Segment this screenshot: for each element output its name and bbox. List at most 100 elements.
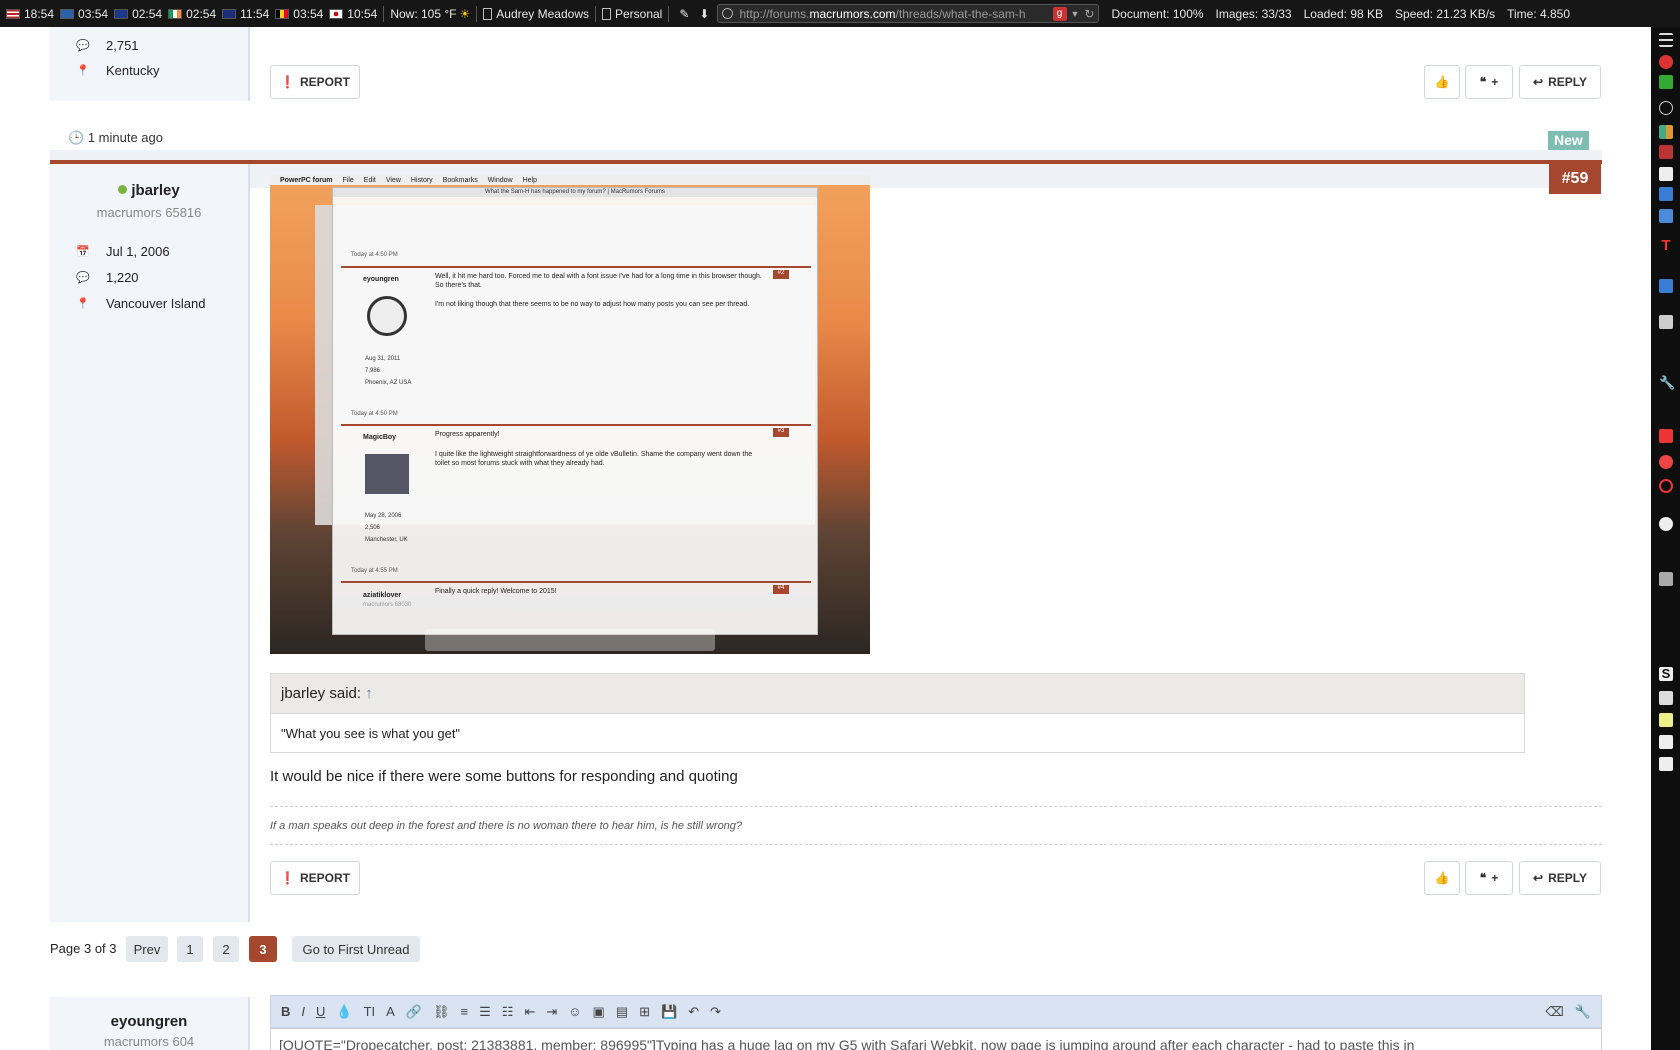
page-3-button-current[interactable]: 3 [249,936,277,962]
feather-icon[interactable]: ✎ [679,7,689,21]
like-button[interactable]: 👍 [1424,65,1460,99]
reply-editor[interactable]: [QUOTE="Dropecatcher, post: 21383881, me… [270,1028,1602,1050]
like-button[interactable]: 👍 [1424,861,1460,895]
notes-icon[interactable] [1659,167,1673,181]
wrench-icon[interactable]: 🔧 [1659,375,1675,390]
page-1-button[interactable]: 1 [177,936,203,962]
report-button[interactable]: ❗ REPORT [270,65,360,99]
text-tool-icon[interactable]: T [1659,238,1673,253]
reload-icon[interactable]: ↻ [1084,7,1094,21]
reply-button[interactable]: ↩ REPLY [1519,861,1601,895]
image-icon[interactable]: ▣ [593,1004,605,1020]
prev-user-location: 📍 Kentucky [50,57,248,83]
report-button[interactable]: ❗ REPORT [270,861,360,895]
attached-screenshot[interactable]: PowerPC forum File Edit View History Boo… [270,175,870,654]
text-color-icon[interactable]: 💧 [336,1004,352,1020]
list-icon[interactable] [1659,691,1673,705]
save-draft-icon[interactable]: 💾 [661,1004,677,1020]
jump-to-quote-link[interactable]: ↑ [365,685,373,702]
user-search-icon[interactable] [1659,315,1673,329]
multiquote-button[interactable]: ❝ + [1465,65,1513,99]
toggle-bbcode-icon[interactable]: 🔧 [1575,1004,1591,1020]
bookmark-icon[interactable] [1659,209,1673,223]
puzzle-icon[interactable] [1659,429,1673,443]
download-arrow-icon[interactable]: ⬇ [699,7,709,21]
smilie-icon[interactable]: ☺ [568,1004,581,1019]
page-2-button[interactable]: 2 [213,936,239,962]
globe-icon[interactable] [1659,517,1673,531]
underline-icon[interactable]: U [316,1004,325,1019]
signature-divider-bottom [270,844,1602,845]
clock-se[interactable]: 03:54 [60,7,108,21]
block-icon[interactable] [1659,479,1673,493]
clock-au[interactable]: 11:54 [222,7,269,21]
reply-arrow-icon: ↩ [1533,871,1544,885]
flag-icon[interactable] [1659,572,1673,586]
clock-ie[interactable]: 02:54 [168,7,216,21]
divider [383,5,385,22]
indent-icon[interactable]: ⇥ [546,1004,557,1020]
page-icon[interactable] [1659,735,1673,749]
recycle-icon[interactable] [1659,75,1673,89]
reply-user-panel: eyoungren macrumors 604 [50,997,250,1050]
post-body: It would be nice if there were some butt… [270,768,738,785]
book-icon[interactable] [1659,145,1673,159]
bold-icon[interactable]: B [281,1004,290,1019]
clock-jp[interactable]: 10:54 [329,7,377,21]
exclamation-icon: ❗ [280,75,295,89]
font-size-icon[interactable]: TI [364,1004,376,1019]
reply-username[interactable]: eyoungren [50,1013,248,1030]
first-unread-button[interactable]: Go to First Unread [292,936,420,962]
clock-be[interactable]: 03:54 [275,7,323,21]
chevron-down-icon[interactable]: ▼ [1071,9,1080,19]
profile-personal[interactable]: Personal [601,7,662,21]
address-bar[interactable]: http://forums. macrumors.com/threads/what… [717,4,1100,23]
bullet-list-icon[interactable]: ☰ [479,1004,491,1020]
au-flag-icon [222,8,237,19]
link-icon[interactable]: 🔗 [406,1004,422,1020]
document-zoom-stat: Document: 100% [1111,6,1204,21]
skype-icon[interactable]: S [1659,667,1673,681]
prev-user-panel: 💬 2,751 📍 Kentucky [50,27,250,101]
remove-format-icon[interactable]: ⌫ [1545,1004,1563,1020]
profile-item[interactable]: Audrey Meadows [483,7,589,21]
redo-icon[interactable]: ↷ [710,1004,721,1020]
messages-icon: 💬 [76,271,90,284]
reply-button[interactable]: ↩ REPLY [1519,65,1601,99]
italic-icon[interactable]: I [301,1004,305,1019]
undo-icon[interactable]: ↶ [688,1004,699,1020]
weather-widget[interactable]: Now: 105 °F ☀ [390,7,470,21]
table-icon[interactable] [1659,757,1673,771]
post-number[interactable]: #59 [1549,164,1601,194]
multiquote-button[interactable]: ❝ + [1465,861,1513,895]
loaded-stat: Loaded: 98 KB [1303,6,1384,21]
search-engine-icon[interactable]: g [1052,6,1067,21]
apps-icon[interactable] [1659,125,1673,139]
align-icon[interactable]: ≡ [461,1004,469,1019]
outdent-icon[interactable]: ⇤ [524,1004,535,1020]
user-panel: jbarley macrumors 65816 📅 Jul 1, 2006 💬 1,… [50,164,250,922]
chat-icon[interactable] [1659,279,1673,293]
numbered-list-icon[interactable]: ☷ [502,1004,514,1020]
prev-page-button[interactable]: Prev [126,936,168,962]
share-icon[interactable] [1659,187,1673,201]
font-family-icon[interactable]: A [386,1004,395,1019]
move-icon[interactable] [1659,101,1673,115]
clock-icon: 🕒 [68,130,85,145]
unlink-icon[interactable]: ⛓ [433,1004,450,1020]
insert-icon[interactable]: ⊞ [639,1004,650,1020]
username[interactable]: jbarley [131,182,179,199]
browser-status-bar: 18:54 03:54 02:54 02:54 11:54 03:54 10:5… [0,0,1680,27]
safari-window: What the Sam-H has happened to my forum?… [332,187,818,635]
extension-sidebar: T 🔧 S [1651,27,1680,1050]
menu-icon[interactable] [1659,33,1673,47]
media-icon[interactable]: ▤ [616,1004,628,1020]
quote-icon: ❝ [1479,871,1487,885]
clock-uk[interactable]: 02:54 [114,7,162,21]
notepad-icon[interactable] [1659,713,1673,727]
clock-us[interactable]: 18:54 [6,7,54,21]
record-icon[interactable] [1659,455,1673,469]
post-time[interactable]: 🕒 1 minute ago [68,130,163,146]
close-icon[interactable] [1659,55,1673,69]
thumbs-up-icon: 👍 [1434,75,1450,89]
